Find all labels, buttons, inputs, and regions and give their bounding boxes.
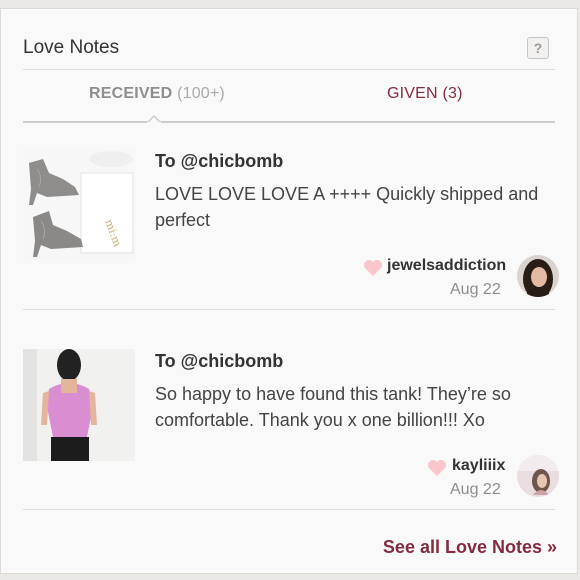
author-avatar-image <box>517 455 559 497</box>
avatar[interactable] <box>517 455 559 497</box>
love-notes-card: Love Notes ? RECEIVED (100+) GIVEN (3) m… <box>0 8 578 574</box>
note-date: Aug 22 <box>450 281 501 298</box>
listing-thumbnail-tank[interactable] <box>23 349 135 461</box>
note-author[interactable]: jewelsaddiction <box>387 257 506 275</box>
avatar[interactable] <box>517 255 559 297</box>
tab-received-label: RECEIVED <box>89 85 173 102</box>
tab-received-count: (100+) <box>177 85 225 102</box>
tab-received[interactable]: RECEIVED (100+) <box>89 85 225 103</box>
heart-icon <box>364 260 382 276</box>
love-notes-header: Love Notes ? <box>23 9 555 70</box>
author-avatar-image <box>517 255 559 297</box>
listing-thumbnail-boots[interactable]: mi:m <box>23 149 135 261</box>
note-message: LOVE LOVE LOVE A ++++ Quickly shipped an… <box>155 184 539 230</box>
help-icon[interactable]: ? <box>527 37 549 59</box>
note-message: So happy to have found this tank! They’r… <box>155 384 511 430</box>
see-all-love-notes-link[interactable]: See all Love Notes » <box>383 537 557 558</box>
heart-icon <box>428 460 446 476</box>
note-recipient[interactable]: To @chicbomb <box>155 151 283 172</box>
caret-up-icon <box>147 115 161 123</box>
tab-given-count: (3) <box>442 85 463 102</box>
note-date: Aug 22 <box>450 481 501 498</box>
tank-image <box>23 349 135 461</box>
tab-given-label: GIVEN <box>387 85 438 102</box>
boots-image: mi:m <box>23 149 135 261</box>
notes-tabs: RECEIVED (100+) GIVEN (3) <box>23 71 555 123</box>
note-author[interactable]: kayliiix <box>452 457 505 475</box>
note-recipient[interactable]: To @chicbomb <box>155 351 283 372</box>
page-title: Love Notes <box>23 37 120 58</box>
tab-given[interactable]: GIVEN (3) <box>387 85 463 103</box>
love-note-item: To @chicbomb So happy to have found this… <box>23 339 559 510</box>
love-note-item: mi:m To @chicbomb LOVE LOVE LOVE A ++++ … <box>23 139 559 310</box>
